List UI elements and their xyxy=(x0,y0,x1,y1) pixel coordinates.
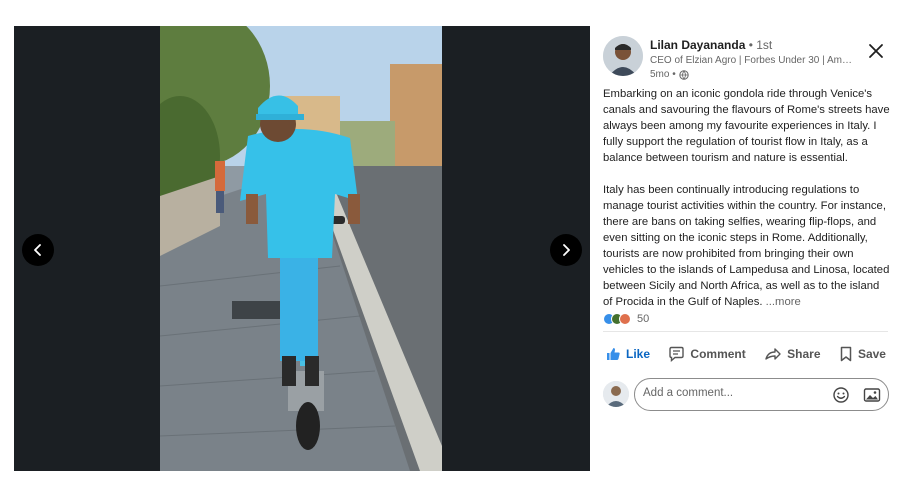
add-image-button[interactable] xyxy=(863,386,881,404)
emoji-icon xyxy=(833,387,849,403)
post-detail-panel: Lilan Dayananda • 1st CEO of Elzian Agro… xyxy=(590,26,900,471)
post-paragraph: Embarking on an iconic gondola ride thro… xyxy=(603,88,890,164)
divider xyxy=(603,331,888,332)
comment-box xyxy=(634,378,889,411)
close-icon xyxy=(869,44,883,58)
comment-button[interactable]: Comment xyxy=(666,342,747,366)
comment-input[interactable] xyxy=(643,387,823,399)
current-user-avatar-image xyxy=(603,381,629,407)
author-avatar-image xyxy=(603,36,643,76)
post-body: Embarking on an iconic gondola ride thro… xyxy=(603,86,890,310)
reaction-icons xyxy=(603,313,631,325)
thumbs-up-icon xyxy=(607,348,620,360)
save-button[interactable]: Save xyxy=(837,342,888,366)
post-actions: Like Comment Share Save xyxy=(603,339,888,369)
post-paragraph-text: Italy has been continually introducing r… xyxy=(603,184,890,308)
image-icon xyxy=(863,388,881,402)
bookmark-icon xyxy=(840,346,852,362)
share-button[interactable]: Share xyxy=(762,342,822,366)
see-more-link[interactable]: ...more xyxy=(766,296,801,308)
like-button[interactable]: Like xyxy=(603,342,652,366)
author-name[interactable]: Lilan Dayananda xyxy=(650,38,745,52)
reaction-count: 50 xyxy=(637,313,650,325)
author-headline: CEO of Elzian Agro | Forbes Under 30 | A… xyxy=(650,55,855,66)
like-label: Like xyxy=(626,347,651,361)
next-image-button[interactable] xyxy=(550,234,582,266)
comment-icon xyxy=(669,346,685,362)
comment-label: Comment xyxy=(690,347,746,361)
share-label: Share xyxy=(787,347,821,361)
author-info: Lilan Dayananda • 1st CEO of Elzian Agro… xyxy=(650,38,860,81)
post-photo[interactable] xyxy=(160,26,442,471)
author-name-row: Lilan Dayananda • 1st xyxy=(650,38,860,53)
globe-icon xyxy=(679,69,689,80)
chevron-left-icon xyxy=(34,244,41,256)
previous-image-button[interactable] xyxy=(22,234,54,266)
reactions-summary[interactable]: 50 xyxy=(603,313,649,325)
comment-composer xyxy=(603,378,893,412)
emoji-button[interactable] xyxy=(832,386,850,404)
author-avatar[interactable] xyxy=(603,36,643,76)
post-meta: 5mo • xyxy=(650,68,860,81)
current-user-avatar[interactable] xyxy=(603,381,629,407)
love-reaction-icon xyxy=(619,313,631,325)
share-arrow-icon xyxy=(765,348,781,360)
save-label: Save xyxy=(857,347,886,361)
photo-illustration xyxy=(160,26,442,471)
post-paragraph: Italy has been continually introducing r… xyxy=(603,182,890,310)
close-button[interactable] xyxy=(867,42,885,60)
connection-degree: • 1st xyxy=(748,38,773,52)
post-time: 5mo • xyxy=(650,69,676,80)
media-viewer xyxy=(14,26,590,471)
chevron-right-icon xyxy=(563,244,570,256)
